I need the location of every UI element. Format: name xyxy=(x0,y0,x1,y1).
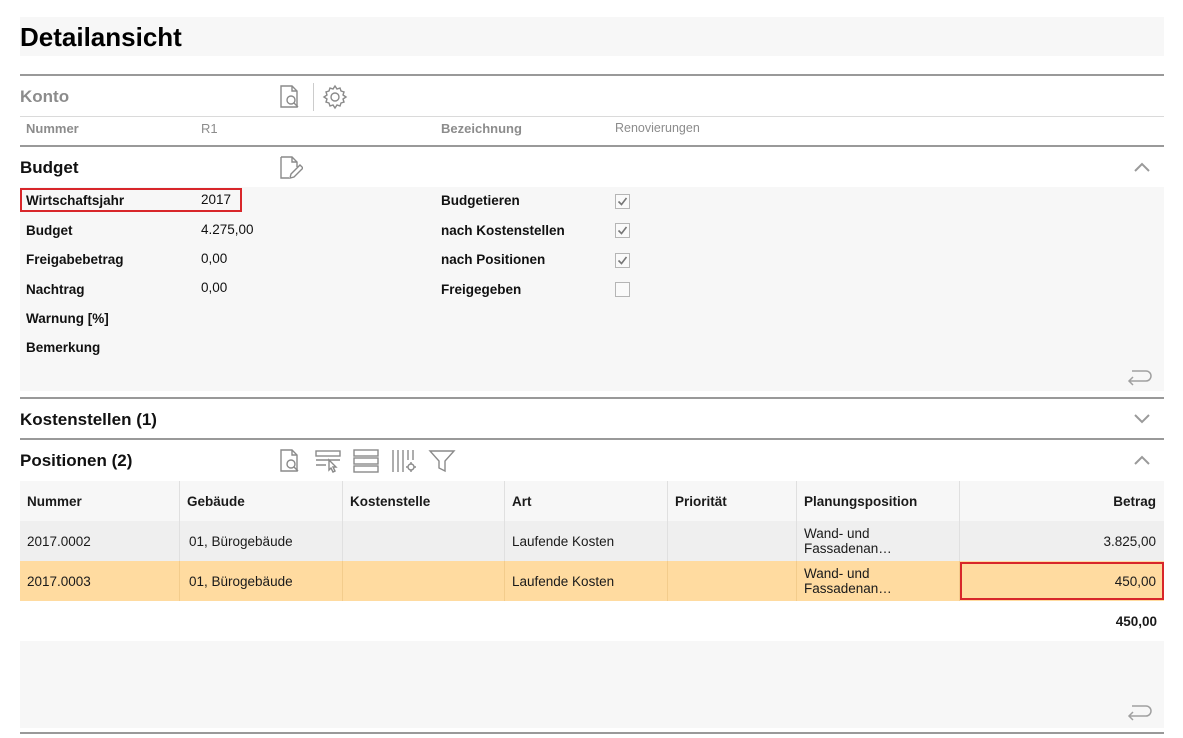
column-header-nummer[interactable]: Nummer xyxy=(20,481,180,521)
cell-gebaeude: 01, Bürogebäude xyxy=(180,561,343,601)
positionen-footer xyxy=(20,641,1164,728)
column-header-planungsposition[interactable]: Planungsposition xyxy=(797,481,960,521)
budgetieren-checkbox[interactable] xyxy=(615,194,630,209)
freigegeben-checkbox[interactable] xyxy=(615,282,630,297)
chevron-up-icon[interactable] xyxy=(1132,450,1152,470)
nachtrag-label: Nachtrag xyxy=(26,282,85,297)
column-header-gebaeude[interactable]: Gebäude xyxy=(180,481,343,521)
cell-prioritaet xyxy=(668,521,797,561)
cell-art: Laufende Kosten xyxy=(505,561,668,601)
cell-prioritaet xyxy=(668,561,797,601)
bezeichnung-value: Renovierungen xyxy=(615,121,700,135)
kostenstellen-header[interactable]: Kostenstellen (1) xyxy=(20,399,1164,437)
chevron-down-icon[interactable] xyxy=(1132,409,1152,429)
nachtrag-value: 0,00 xyxy=(201,280,228,295)
kostenstellen-title: Kostenstellen (1) xyxy=(20,410,157,429)
column-header-kostenstelle[interactable]: Kostenstelle xyxy=(343,481,505,521)
konto-title: Konto xyxy=(20,87,70,106)
konto-header: Konto xyxy=(20,76,1164,116)
checkmark-icon xyxy=(617,256,628,265)
table-row-selected[interactable]: 2017.0003 01, Bürogebäude Laufende Koste… xyxy=(20,561,1164,601)
positionen-header: Positionen (2) xyxy=(20,440,1164,480)
cell-betrag: 3.825,00 xyxy=(1103,533,1156,549)
kostenstellen-checkbox[interactable] xyxy=(615,223,630,238)
total-value: 450,00 xyxy=(1115,614,1157,629)
column-header-art[interactable]: Art xyxy=(505,481,668,521)
document-search-icon[interactable] xyxy=(275,82,305,112)
budget-value: 4.275,00 xyxy=(201,222,254,237)
positionen-title: Positionen (2) xyxy=(20,451,133,470)
checkmark-icon xyxy=(617,226,628,235)
wirtschaftsjahr-label: Wirtschaftsjahr xyxy=(26,193,125,208)
return-icon[interactable] xyxy=(1126,702,1154,724)
gear-icon[interactable] xyxy=(320,82,350,112)
chevron-up-icon[interactable] xyxy=(1132,157,1152,177)
budget-header: Budget xyxy=(20,147,1164,187)
budget-panel: Wirtschaftsjahr 2017 Budget 4.275,00 Fre… xyxy=(20,187,1164,391)
freigabebetrag-value: 0,00 xyxy=(201,251,228,266)
nummer-value: R1 xyxy=(201,121,218,136)
positionen-checkbox[interactable] xyxy=(615,253,630,268)
budget-title: Budget xyxy=(20,158,79,177)
nummer-label: Nummer xyxy=(26,121,79,136)
toolbar-separator xyxy=(313,83,314,111)
column-header-prioritaet[interactable]: Priorität xyxy=(668,481,797,521)
filter-icon[interactable] xyxy=(427,446,457,476)
bemerkung-label: Bemerkung xyxy=(26,340,101,355)
bezeichnung-label: Bezeichnung xyxy=(441,121,522,136)
cell-gebaeude: 01, Bürogebäude xyxy=(180,521,343,561)
konto-row: Nummer R1 Bezeichnung Renovierungen xyxy=(20,117,1164,141)
document-edit-icon[interactable] xyxy=(275,153,305,183)
cell-art: Laufende Kosten xyxy=(505,521,668,561)
cell-nummer: 2017.0003 xyxy=(20,561,180,601)
positionen-table: Nummer Gebäude Kostenstelle Art Prioritä… xyxy=(20,481,1164,601)
checkmark-icon xyxy=(617,197,628,206)
budget-label: Budget xyxy=(26,223,73,238)
highlight-box xyxy=(960,562,1164,600)
return-icon[interactable] xyxy=(1126,367,1154,389)
row-select-icon[interactable] xyxy=(313,446,343,476)
cell-planungsposition: Wand- und Fassadenan… xyxy=(797,561,960,601)
title-bar: Detailansicht xyxy=(20,17,1164,56)
cell-planungsposition: Wand- und Fassadenan… xyxy=(797,521,960,561)
freigabebetrag-label: Freigabebetrag xyxy=(26,252,124,267)
page-title: Detailansicht xyxy=(20,22,182,52)
cell-nummer: 2017.0002 xyxy=(20,521,180,561)
cell-kostenstelle xyxy=(343,561,505,601)
cell-kostenstelle xyxy=(343,521,505,561)
total-row: 450,00 xyxy=(20,603,1164,641)
document-search-icon[interactable] xyxy=(275,446,305,476)
section-divider xyxy=(20,732,1164,734)
table-header-row: Nummer Gebäude Kostenstelle Art Prioritä… xyxy=(20,481,1164,521)
kostenstellen-label: nach Kostenstellen xyxy=(441,223,565,238)
wirtschaftsjahr-value: 2017 xyxy=(201,192,232,207)
budgetieren-label: Budgetieren xyxy=(441,193,520,208)
column-header-betrag[interactable]: Betrag xyxy=(960,481,1164,521)
positionen-label: nach Positionen xyxy=(441,252,546,267)
table-row[interactable]: 2017.0002 01, Bürogebäude Laufende Koste… xyxy=(20,521,1164,561)
column-settings-icon[interactable] xyxy=(389,446,419,476)
list-rows-icon[interactable] xyxy=(351,446,381,476)
freigegeben-label: Freigegeben xyxy=(441,282,522,297)
warnung-label: Warnung [%] xyxy=(26,311,109,326)
